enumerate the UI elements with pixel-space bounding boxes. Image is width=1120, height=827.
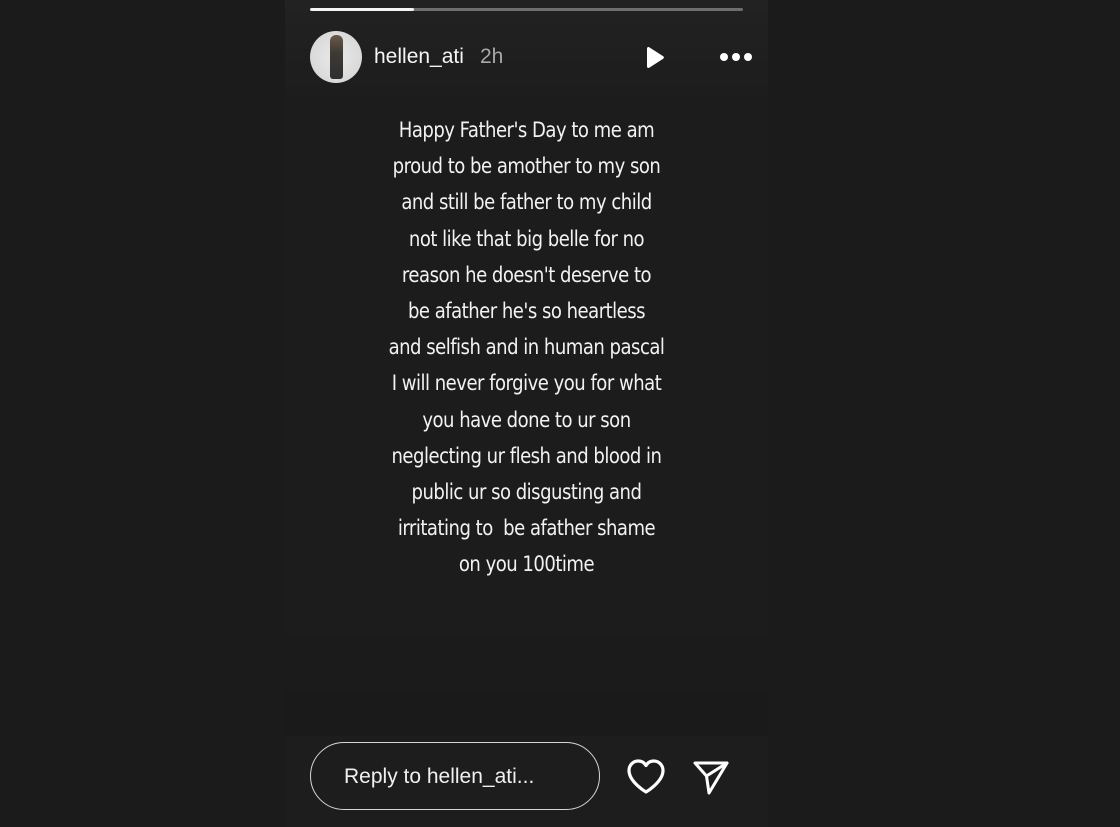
story-timestamp: 2h [480,45,504,68]
story-text-line: not like that big belle for no [408,226,645,251]
story-text-line: public ur so disgusting and [411,480,642,505]
play-icon [647,46,664,69]
share-button[interactable] [691,757,731,797]
story-text-line: irritating to be afather shame [397,516,656,541]
avatar[interactable] [310,31,362,83]
story-text-line: I will never forgive you for what [391,371,662,396]
story-progress-bar [310,8,743,11]
story-text-line: and selfish and in human pascal [388,335,665,360]
username[interactable]: hellen_ati [374,45,464,69]
reply-input[interactable] [342,743,596,811]
story-text: Happy Father's Day to me am proud to be a… [370,112,682,583]
reply-field[interactable] [310,742,600,811]
story-text-line: Happy Father's Day to me am [398,118,655,142]
story-text-line: on you 100time [458,552,595,577]
story-viewer-page: hellen_ati 2h Happy Father's Day to me a… [0,0,1120,827]
story-text-line: reason he doesn't deserve to [401,262,652,287]
more-options-icon [720,53,752,61]
story-text-line: proud to be amother to my son [392,154,661,179]
story-text-line: and still be father to my child [401,190,652,215]
story-panel: hellen_ati 2h Happy Father's Day to me a… [285,0,768,827]
like-button[interactable] [625,757,667,797]
story-text-line: you have done to ur son [422,407,631,432]
story-header: hellen_ati 2h [310,31,752,83]
play-button[interactable] [640,44,668,72]
story-text-line: be afather he's so heartless [407,299,646,324]
story-text-line: neglecting ur flesh and blood in [391,443,663,468]
more-options-button[interactable] [718,45,754,69]
story-progress-fill [310,8,414,11]
heart-icon [627,759,665,794]
send-icon [693,761,729,795]
